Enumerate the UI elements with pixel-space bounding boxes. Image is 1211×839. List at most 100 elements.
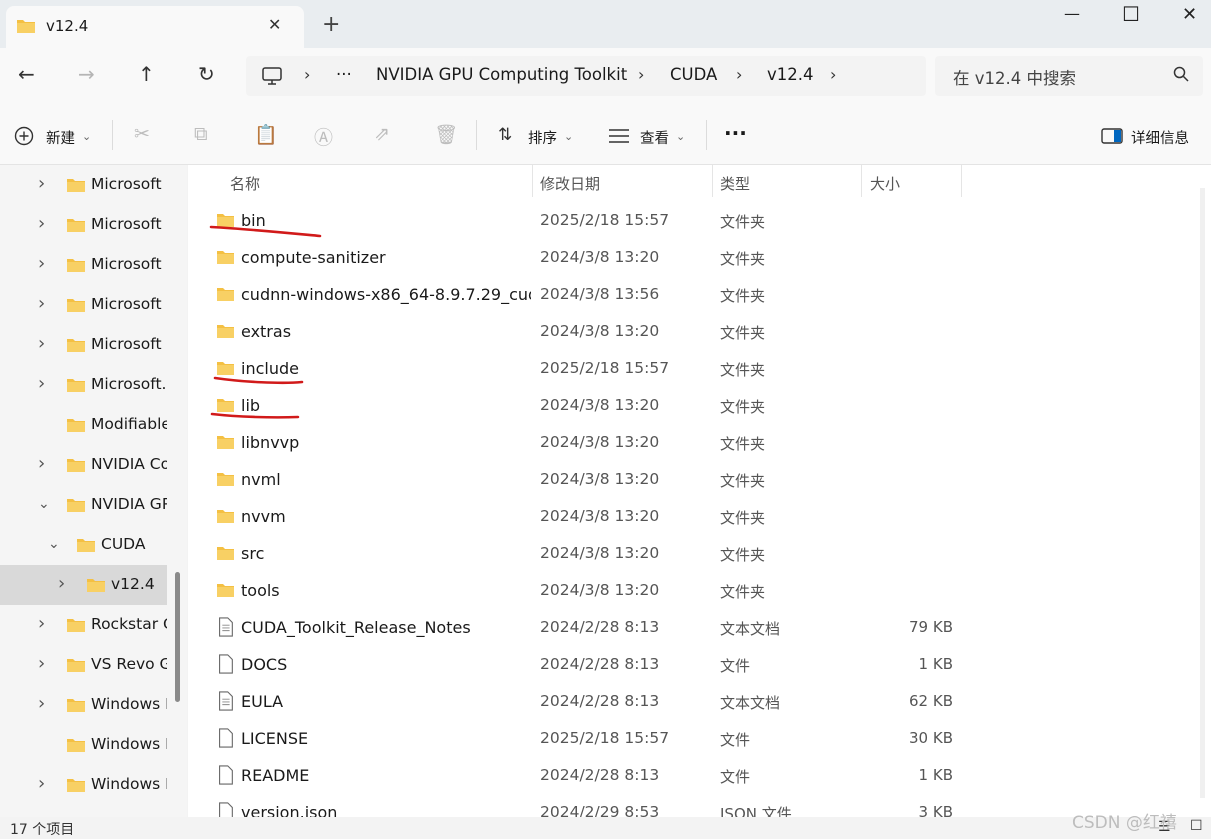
content-scrollbar[interactable] bbox=[1200, 188, 1205, 798]
navigation-pane[interactable]: › Microsoft › Microsoft › Microsoft › Microsoft… bbox=[0, 165, 187, 817]
forward-button[interactable]: → bbox=[78, 62, 95, 86]
chevron-down-icon[interactable]: ⌄ bbox=[38, 496, 50, 512]
breadcrumb[interactable]: › ··· NVIDIA GPU Computing Toolkit › CUD… bbox=[246, 56, 926, 96]
file-row[interactable]: src 2024/3/8 13:20 文件夹 bbox=[208, 536, 1008, 573]
view-button[interactable]: 查看 bbox=[640, 127, 669, 148]
chevron-right-icon[interactable]: › bbox=[38, 453, 45, 474]
computer-icon[interactable] bbox=[262, 67, 282, 85]
chevron-right-icon[interactable]: › bbox=[58, 573, 65, 594]
column-divider[interactable] bbox=[712, 165, 713, 197]
tab-close-icon[interactable]: ✕ bbox=[268, 15, 281, 34]
sort-icon[interactable]: ⇅ bbox=[498, 125, 512, 145]
chevron-right-icon[interactable]: › bbox=[38, 373, 45, 394]
file-row[interactable]: CUDA_Toolkit_Release_Notes 2024/2/28 8:13… bbox=[208, 610, 1008, 647]
sidebar-item[interactable]: ⌄ CUDA bbox=[0, 525, 167, 565]
chevron-right-icon[interactable]: › bbox=[38, 613, 45, 634]
sidebar-item[interactable]: › NVIDIA Co bbox=[0, 445, 167, 485]
chevron-right-icon[interactable]: › bbox=[38, 213, 45, 234]
new-button[interactable]: 新建 bbox=[46, 127, 75, 148]
sidebar-item[interactable]: › Windows N bbox=[0, 765, 167, 805]
file-row[interactable]: include 2025/2/18 15:57 文件夹 bbox=[208, 351, 1008, 388]
file-row[interactable]: cudnn-windows-x86_64-8.9.7.29_cud... 2024… bbox=[208, 277, 1008, 314]
view-icon[interactable] bbox=[608, 129, 630, 143]
breadcrumb-item-nvidia[interactable]: NVIDIA GPU Computing Toolkit bbox=[376, 65, 627, 84]
column-header-date[interactable]: 修改日期 bbox=[540, 173, 600, 194]
breadcrumb-separator[interactable]: › bbox=[304, 65, 310, 84]
breadcrumb-separator[interactable]: › bbox=[830, 65, 836, 84]
column-header-type[interactable]: 类型 bbox=[720, 173, 750, 194]
sidebar-item[interactable]: › v12.4 bbox=[0, 565, 167, 605]
file-row[interactable]: DOCS 2024/2/28 8:13 文件 1 KB bbox=[208, 647, 1008, 684]
details-pane-icon[interactable] bbox=[1101, 128, 1123, 144]
column-header-size[interactable]: 大小 bbox=[870, 173, 900, 194]
sidebar-item[interactable]: › Microsoft. bbox=[0, 365, 167, 405]
search-input[interactable]: 在 v12.4 中搜索 bbox=[935, 56, 1203, 96]
file-row[interactable]: tools 2024/3/8 13:20 文件夹 bbox=[208, 573, 1008, 610]
sort-button[interactable]: 排序 bbox=[528, 127, 557, 148]
delete-icon[interactable]: 🗑 bbox=[434, 123, 458, 146]
column-divider[interactable] bbox=[532, 165, 533, 197]
file-row[interactable]: version.json 2024/2/29 8:53 JSON 文件 3 KB bbox=[208, 795, 1008, 817]
file-row[interactable]: EULA 2024/2/28 8:13 文本文档 62 KB bbox=[208, 684, 1008, 721]
chevron-right-icon[interactable]: › bbox=[38, 173, 45, 194]
file-row[interactable]: LICENSE 2025/2/18 15:57 文件 30 KB bbox=[208, 721, 1008, 758]
file-row[interactable]: README 2024/2/28 8:13 文件 1 KB bbox=[208, 758, 1008, 795]
file-row[interactable]: extras 2024/3/8 13:20 文件夹 bbox=[208, 314, 1008, 351]
file-icon bbox=[219, 765, 233, 785]
breadcrumb-separator[interactable]: › bbox=[638, 65, 644, 84]
chevron-right-icon[interactable]: › bbox=[38, 653, 45, 674]
share-icon[interactable]: ⇗ bbox=[374, 123, 390, 145]
file-row[interactable]: compute-sanitizer 2024/3/8 13:20 文件夹 bbox=[208, 240, 1008, 277]
new-icon[interactable] bbox=[14, 126, 34, 146]
breadcrumb-separator[interactable]: › bbox=[736, 65, 742, 84]
breadcrumb-item-cuda[interactable]: CUDA bbox=[670, 65, 717, 84]
sidebar-item[interactable]: Modifiable bbox=[0, 405, 167, 445]
sidebar-item[interactable]: › Microsoft bbox=[0, 165, 167, 205]
chevron-right-icon[interactable]: › bbox=[38, 693, 45, 714]
copy-icon[interactable]: ⧉ bbox=[194, 123, 208, 145]
sidebar-item[interactable]: ⌄ NVIDIA GP bbox=[0, 485, 167, 525]
breadcrumb-item-v12-4[interactable]: v12.4 bbox=[767, 65, 814, 84]
rename-icon[interactable]: Ⓐ bbox=[314, 123, 333, 150]
file-name: tools bbox=[241, 581, 280, 600]
details-button[interactable]: 详细信息 bbox=[1131, 127, 1189, 148]
maximize-button[interactable]: ☐ bbox=[1122, 2, 1140, 26]
file-row[interactable]: nvvm 2024/3/8 13:20 文件夹 bbox=[208, 499, 1008, 536]
sidebar-item[interactable]: › Microsoft bbox=[0, 285, 167, 325]
column-divider[interactable] bbox=[961, 165, 962, 197]
paste-icon[interactable]: 📋 bbox=[254, 123, 278, 146]
up-button[interactable]: ↑ bbox=[138, 62, 155, 86]
sidebar-item[interactable]: › Microsoft bbox=[0, 325, 167, 365]
sidebar-item[interactable]: › Microsoft bbox=[0, 205, 167, 245]
column-divider[interactable] bbox=[861, 165, 862, 197]
refresh-button[interactable]: ↻ bbox=[198, 62, 215, 86]
chevron-right-icon[interactable]: › bbox=[38, 253, 45, 274]
sidebar-item[interactable]: › Rockstar G bbox=[0, 605, 167, 645]
file-row[interactable]: libnvvp 2024/3/8 13:20 文件夹 bbox=[208, 425, 1008, 462]
more-options-button[interactable]: ··· bbox=[724, 121, 747, 145]
sidebar-item[interactable]: Windows N bbox=[0, 725, 167, 765]
chevron-right-icon[interactable]: › bbox=[38, 333, 45, 354]
cut-icon[interactable]: ✂ bbox=[134, 123, 150, 145]
minimize-button[interactable]: — bbox=[1064, 4, 1080, 23]
search-icon[interactable] bbox=[1173, 66, 1189, 82]
file-row[interactable]: bin 2025/2/18 15:57 文件夹 bbox=[208, 203, 1008, 240]
file-row[interactable]: nvml 2024/3/8 13:20 文件夹 bbox=[208, 462, 1008, 499]
sidebar-item[interactable]: › Microsoft bbox=[0, 245, 167, 285]
back-button[interactable]: ← bbox=[18, 62, 35, 86]
breadcrumb-more-button[interactable]: ··· bbox=[336, 65, 352, 84]
sidebar-item[interactable]: › Windows D bbox=[0, 685, 167, 725]
close-window-button[interactable]: ✕ bbox=[1182, 4, 1197, 25]
column-header-name[interactable]: 名称 bbox=[230, 173, 260, 194]
sidebar-item-label: Microsoft bbox=[91, 255, 162, 273]
chevron-right-icon[interactable]: › bbox=[38, 293, 45, 314]
chevron-down-icon[interactable]: ⌄ bbox=[48, 536, 60, 552]
tab-v12-4[interactable]: v12.4 ✕ bbox=[6, 6, 304, 48]
chevron-right-icon[interactable]: › bbox=[38, 773, 45, 794]
tiles-view-icon[interactable]: ☐ bbox=[1190, 818, 1203, 834]
sidebar-scrollbar[interactable] bbox=[175, 572, 180, 702]
file-icon bbox=[219, 728, 233, 748]
file-row[interactable]: lib 2024/3/8 13:20 文件夹 bbox=[208, 388, 1008, 425]
sidebar-item[interactable]: › VS Revo G bbox=[0, 645, 167, 685]
new-tab-button[interactable]: + bbox=[322, 12, 340, 37]
